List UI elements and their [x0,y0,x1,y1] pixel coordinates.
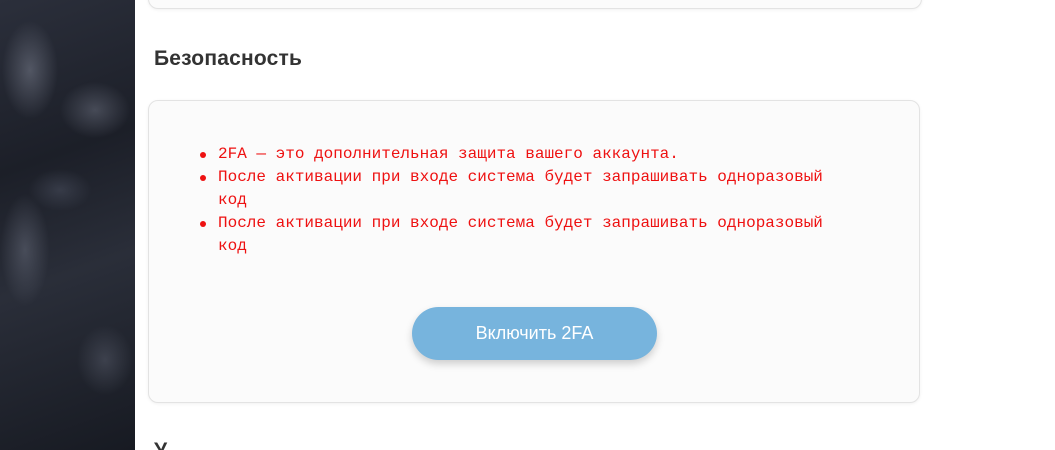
enable-2fa-button[interactable]: Включить 2FA [412,307,657,360]
next-section-title: У [154,439,167,450]
security-card: 2FA — это дополнительная защита вашего а… [148,100,920,403]
security-section-title: Безопасность [154,47,303,70]
list-item-text: 2FA — это дополнительная защита вашего а… [218,145,679,163]
security-info-list: 2FA — это дополнительная защита вашего а… [200,143,858,258]
bullet-icon [200,221,206,227]
list-item: 2FA — это дополнительная защита вашего а… [200,143,858,166]
list-item-text: После активации при входе система будет … [218,214,823,255]
bullet-icon [200,152,206,158]
settings-page: Безопасность 2FA — это дополнительная за… [0,0,1055,450]
list-item: После активации при входе система будет … [200,166,858,212]
list-item-text: После активации при входе система будет … [218,168,823,209]
previous-section-card [148,0,922,9]
bullet-icon [200,175,206,181]
background-image-panel [0,0,135,450]
list-item: После активации при входе система будет … [200,212,858,258]
